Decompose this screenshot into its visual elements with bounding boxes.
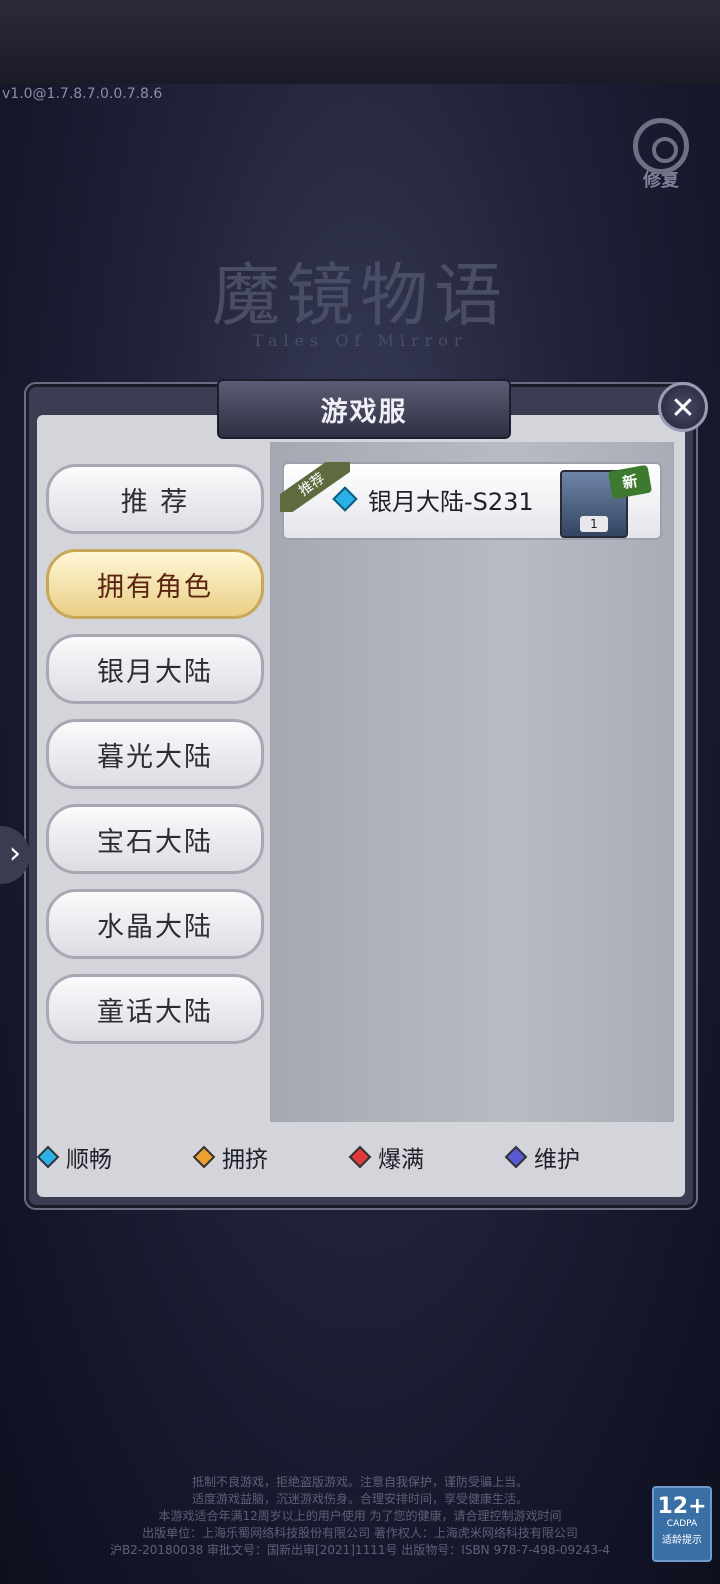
region-tab-fairytale[interactable]: 童话大陆 xyxy=(46,974,264,1044)
legend-maintenance: 维护 xyxy=(504,1140,580,1174)
region-tab-gem[interactable]: 宝石大陆 xyxy=(46,804,264,874)
diamond-orange-icon xyxy=(192,1145,216,1169)
server-name: 银月大陆-S231 xyxy=(368,488,534,516)
repair-button[interactable]: 修复 xyxy=(630,118,692,198)
health-notice: 抵制不良游戏，拒绝盗版游戏。注意自我保护，谨防受骗上当。 适度游戏益脑，沉迷游戏… xyxy=(109,1475,611,1557)
region-tab-owned-roles[interactable]: 拥有角色 xyxy=(46,549,264,619)
diamond-red-icon xyxy=(348,1145,372,1169)
logo-title-cn: 魔镜物语 xyxy=(211,257,508,336)
legend-smooth: 顺畅 xyxy=(36,1140,112,1174)
close-icon: ✕ xyxy=(670,391,696,426)
wrench-gear-icon xyxy=(633,118,689,174)
server-list-panel xyxy=(270,442,674,1122)
diamond-blue-icon xyxy=(36,1145,60,1169)
region-tab-crystal[interactable]: 水晶大陆 xyxy=(46,889,264,959)
chevron-right-icon: › xyxy=(9,836,21,871)
server-entry[interactable]: 推荐 银月大陆-S231 1 新 xyxy=(280,462,662,540)
region-tab-twilight[interactable]: 暮光大陆 xyxy=(46,719,264,789)
legend-full: 爆满 xyxy=(348,1140,424,1174)
new-badge: 新 xyxy=(607,464,653,500)
region-tab-silver-moon[interactable]: 银月大陆 xyxy=(46,634,264,704)
version-label: v1.0@1.7.8.7.0.0.7.8.6 xyxy=(2,86,163,102)
region-tab-recommended[interactable]: 推 荐 xyxy=(46,464,264,534)
top-bar xyxy=(0,0,720,84)
avatar-level: 1 xyxy=(580,516,608,532)
diamond-purple-icon xyxy=(504,1145,528,1169)
dialog-title: 游戏服 xyxy=(217,379,511,439)
region-sidebar: 推 荐 拥有角色 银月大陆 暮光大陆 宝石大陆 水晶大陆 童话大陆 xyxy=(44,442,270,1122)
legend-crowded: 拥挤 xyxy=(192,1140,268,1174)
status-legend: 顺畅 拥挤 爆满 维护 xyxy=(36,1140,680,1180)
close-button[interactable]: ✕ xyxy=(658,382,708,432)
game-logo: 魔镜物语 Tales Of Mirror xyxy=(170,240,550,360)
age-rating-badge[interactable]: 12+ CADPA 适龄提示 xyxy=(652,1486,712,1562)
